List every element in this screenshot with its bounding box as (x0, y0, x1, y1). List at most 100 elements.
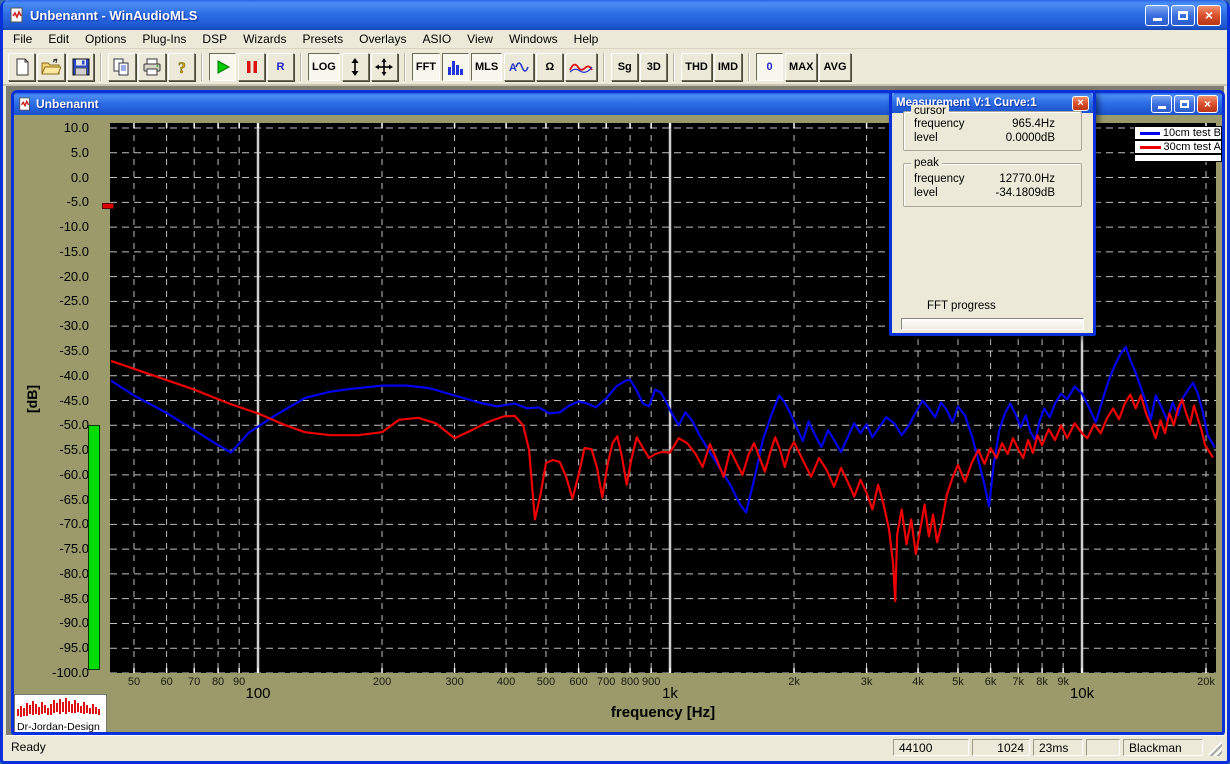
legend-swatch (1140, 132, 1160, 135)
status-panel-1024: 1024 (972, 739, 1030, 756)
x-axis-title: frequency [Hz] (110, 704, 1216, 721)
signal-button[interactable]: A (504, 53, 534, 81)
close-button[interactable]: × (1197, 5, 1221, 26)
resize-grip[interactable] (1208, 742, 1222, 756)
x-tick-label: 800 (621, 676, 639, 688)
cursor-frequency-label: frequency (914, 118, 965, 130)
open-folder-icon (41, 58, 61, 76)
avg-button[interactable]: AVG (819, 53, 850, 81)
menu-item-presets[interactable]: Presets (294, 30, 351, 48)
measurement-dialog: Measurement V:1 Curve:1 × cursor frequen… (889, 90, 1096, 336)
x-tick-label: 600 (569, 676, 587, 688)
new-document-button[interactable] (8, 53, 35, 81)
y-tick-label: 5.0 (31, 145, 89, 161)
mls-button[interactable]: MLS (471, 53, 502, 81)
save-icon (72, 58, 90, 76)
open-file-button[interactable] (37, 53, 65, 81)
y-tick-label: -75.0 (31, 541, 89, 557)
cursor-frequency-value: 965.4Hz (1012, 118, 1055, 130)
save-button[interactable] (67, 53, 94, 81)
move-cross-icon (375, 58, 393, 76)
cursor-group-label: cursor (911, 105, 949, 117)
new-document-icon (13, 58, 31, 76)
record-button[interactable]: R (267, 53, 294, 81)
menu-item-options[interactable]: Options (77, 30, 134, 48)
menu-item-help[interactable]: Help (566, 30, 607, 48)
cursor-level-value: 0.0000dB (1006, 132, 1055, 144)
response-button[interactable] (565, 53, 597, 81)
menu-item-view[interactable]: View (459, 30, 501, 48)
overload-marker (102, 203, 114, 209)
document-icon (18, 97, 32, 111)
y-tick-label: -50.0 (31, 417, 89, 433)
print-icon (142, 58, 162, 76)
updown-arrow-icon (349, 58, 361, 76)
x-tick-label: 200 (373, 676, 391, 688)
legend-entry: 30cm test A (1134, 140, 1222, 154)
log-scale-button[interactable]: LOG (308, 53, 340, 81)
y-tick-label: -30.0 (31, 318, 89, 334)
toolbar-separator (300, 53, 302, 81)
pause-button[interactable] (238, 53, 265, 81)
vertical-zoom-button[interactable] (342, 53, 369, 81)
status-panel-44100: 44100 (893, 739, 969, 756)
y-tick-label: -40.0 (31, 368, 89, 384)
toolbar-separator (100, 53, 102, 81)
menu-item-file[interactable]: File (5, 30, 40, 48)
sg-button[interactable]: Sg (611, 53, 638, 81)
y-tick-label: -60.0 (31, 467, 89, 483)
fft-button[interactable]: FFT (412, 53, 440, 81)
print-button[interactable] (138, 53, 166, 81)
doc-maximize-button[interactable] (1174, 95, 1195, 113)
x-tick-label: 300 (445, 676, 463, 688)
minimize-button[interactable] (1145, 5, 1169, 26)
response-curves-icon (569, 60, 593, 74)
measurement-dialog-close-button[interactable]: × (1072, 96, 1089, 111)
menu-item-wizards[interactable]: Wizards (235, 30, 294, 48)
copy-button[interactable] (108, 53, 136, 81)
x-tick-label: 7k (1012, 676, 1024, 688)
main-titlebar[interactable]: Unbenannt - WinAudioMLS × (3, 0, 1227, 30)
spectrum-button[interactable] (442, 53, 469, 81)
menu-item-asio[interactable]: ASIO (414, 30, 459, 48)
y-tick-label: -95.0 (31, 640, 89, 656)
toolbar-separator (201, 53, 203, 81)
svg-text:A: A (509, 62, 517, 74)
doc-close-button[interactable]: × (1197, 95, 1218, 113)
x-tick-label: 4k (912, 676, 924, 688)
menu-item-dsp[interactable]: DSP (194, 30, 235, 48)
thd-button[interactable]: THD (681, 53, 712, 81)
status-panel-23ms: 23ms (1033, 739, 1083, 756)
y-tick-label: -25.0 (31, 293, 89, 309)
imd-button[interactable]: IMD (714, 53, 742, 81)
status-bar: Ready 44100102423msBlackman (6, 735, 1224, 758)
spectrum-bars-icon (447, 58, 465, 76)
x-tick-label: 80 (212, 676, 224, 688)
impedance-button[interactable]: Ω (536, 53, 563, 81)
y-tick-label: -55.0 (31, 442, 89, 458)
menu-item-windows[interactable]: Windows (501, 30, 566, 48)
legend: 10cm test B30cm test A (1134, 126, 1222, 162)
max-button[interactable]: MAX (785, 53, 817, 81)
doc-minimize-button[interactable] (1151, 95, 1172, 113)
help-button[interactable]: ? (168, 53, 195, 81)
menu-item-overlays[interactable]: Overlays (351, 30, 414, 48)
maximize-button[interactable] (1171, 5, 1195, 26)
toolbar-separator (404, 53, 406, 81)
logo-waveform-icon (15, 695, 106, 721)
y-tick-label: -10.0 (31, 219, 89, 235)
play-button[interactable] (209, 53, 236, 81)
y-tick-label: 0.0 (31, 170, 89, 186)
x-decade-label: 10k (1070, 685, 1094, 702)
3d-button[interactable]: 3D (640, 53, 667, 81)
zero-button[interactable]: 0 (756, 53, 783, 81)
menu-item-plug-ins[interactable]: Plug-Ins (134, 30, 194, 48)
menu-item-edit[interactable]: Edit (40, 30, 77, 48)
legend-label: 30cm test A (1164, 141, 1221, 153)
status-panels: 44100102423msBlackman (893, 739, 1206, 756)
y-tick-label: -85.0 (31, 591, 89, 607)
pan-button[interactable] (371, 53, 398, 81)
status-panel (1086, 739, 1120, 756)
x-tick-label: 2k (788, 676, 800, 688)
x-tick-label: 700 (597, 676, 615, 688)
